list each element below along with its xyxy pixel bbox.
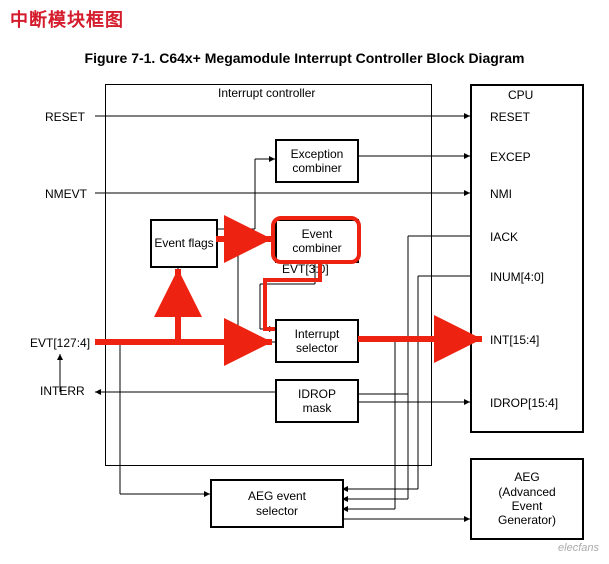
event-combiner-l1: Event (302, 227, 333, 241)
signal-excep: EXCEP (490, 150, 531, 164)
aeg-selector-l1: AEG event (248, 489, 306, 503)
signal-inum: INUM[4:0] (490, 270, 544, 284)
aeg-selector-block: AEG event selector (210, 479, 344, 528)
event-flags-label: Event flags (154, 236, 213, 250)
signal-evt: EVT[127:4] (30, 336, 90, 350)
signal-iack: IACK (490, 230, 518, 244)
signal-reset-left: RESET (45, 110, 85, 124)
figure-title: Figure 7-1. C64x+ Megamodule Interrupt C… (0, 34, 609, 74)
idrop-mask-l1: IDROP (298, 387, 336, 401)
aeg-l4: Generator) (498, 513, 556, 527)
signal-interr: INTERR (40, 384, 85, 398)
aeg-l3: Event (512, 499, 543, 513)
aeg-box: AEG (Advanced Event Generator) (470, 458, 584, 540)
event-combiner-l2: combiner (292, 241, 341, 255)
signal-nmi: NMI (490, 187, 512, 201)
signal-idrop: IDROP[15:4] (490, 396, 558, 410)
page-header: 中断模块框图 (0, 0, 609, 34)
cpu-title: CPU (508, 88, 533, 102)
interrupt-selector-block: Interrupt selector (275, 319, 359, 363)
diagram-stage: Interrupt controller CPU RESET NMEVT EVT… (0, 74, 609, 564)
aeg-l1: AEG (514, 470, 539, 484)
interrupt-selector-l1: Interrupt (295, 327, 340, 341)
event-combiner-block: Event combiner (275, 219, 359, 263)
signal-reset-right: RESET (490, 110, 530, 124)
signal-nmevt: NMEVT (45, 187, 87, 201)
aeg-l2: (Advanced (498, 485, 555, 499)
exception-combiner-l2: combiner (292, 161, 341, 175)
signal-int: INT[15:4] (490, 333, 539, 347)
aeg-selector-l2: selector (256, 504, 298, 518)
interrupt-selector-l2: selector (296, 341, 338, 355)
cpu-box (470, 84, 584, 433)
exception-combiner-block: Exception combiner (275, 139, 359, 183)
event-flags-block: Event flags (150, 219, 218, 268)
interrupt-controller-box (105, 84, 432, 466)
evt-bus-label: EVT[3:0] (282, 262, 329, 276)
watermark: elecfans (558, 542, 599, 554)
interrupt-controller-title: Interrupt controller (218, 86, 315, 100)
idrop-mask-block: IDROP mask (275, 379, 359, 423)
idrop-mask-l2: mask (303, 401, 332, 415)
exception-combiner-l1: Exception (291, 147, 344, 161)
